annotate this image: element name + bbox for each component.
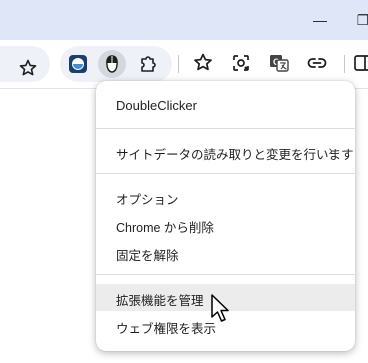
doubleclicker-button[interactable] bbox=[98, 50, 126, 78]
extension-1-icon bbox=[69, 55, 87, 73]
puzzle-icon bbox=[141, 56, 156, 72]
menu-item-label: サイトデータの読み取りと変更を行います bbox=[116, 148, 354, 162]
menu-item-label: ウェブ権限を表示 bbox=[116, 322, 217, 336]
toolbar-separator bbox=[344, 55, 345, 73]
menu-item-unpin[interactable]: 固定を解除 bbox=[96, 239, 355, 266]
bookmark-star-icon[interactable] bbox=[192, 52, 214, 74]
menu-item-site-access[interactable]: サイトデータの読み取りと変更を行います › bbox=[96, 138, 355, 165]
menu-item-label: オプション bbox=[116, 193, 179, 207]
side-panel-icon[interactable] bbox=[352, 52, 368, 74]
extension-1-button[interactable] bbox=[64, 50, 92, 78]
link-icon[interactable] bbox=[306, 52, 328, 74]
star-icon[interactable] bbox=[18, 58, 38, 78]
address-bar[interactable] bbox=[0, 46, 50, 82]
menu-divider bbox=[96, 173, 355, 174]
menu-title: DoubleClicker bbox=[116, 98, 197, 113]
extensions-menu-button[interactable] bbox=[134, 50, 162, 78]
minimize-button[interactable]: — bbox=[305, 8, 335, 32]
title-bar: — ❐ bbox=[0, 0, 368, 40]
menu-item-label: 拡張機能を管理 bbox=[116, 294, 204, 308]
doubleclicker-icon bbox=[106, 55, 118, 73]
menu-item-label: Chrome から削除 bbox=[116, 221, 214, 235]
menu-divider bbox=[96, 274, 355, 275]
toolbar-separator bbox=[178, 55, 179, 73]
menu-item-label: 固定を解除 bbox=[116, 249, 179, 263]
pinned-extensions bbox=[60, 46, 172, 82]
menu-item-remove[interactable]: Chrome から削除 bbox=[96, 211, 355, 238]
restore-button[interactable]: ❐ bbox=[348, 8, 368, 32]
lens-icon[interactable] bbox=[230, 52, 252, 74]
mouse-cursor-icon bbox=[211, 294, 229, 322]
translate-icon[interactable]: G bbox=[268, 52, 290, 74]
menu-item-options[interactable]: オプション bbox=[96, 183, 355, 210]
chevron-right-icon: › bbox=[328, 142, 333, 158]
menu-divider bbox=[96, 128, 355, 129]
